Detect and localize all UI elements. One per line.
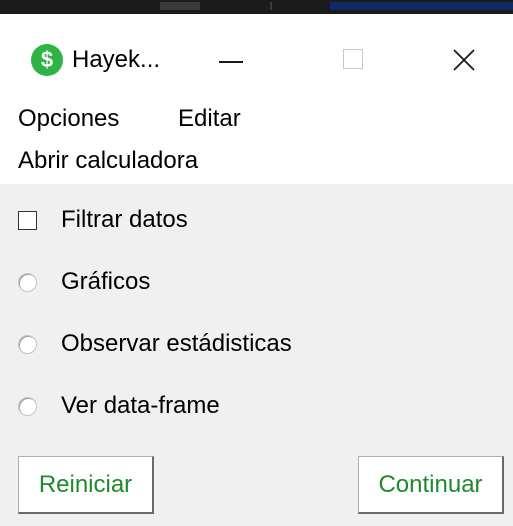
radio-observar-estadisticas[interactable] — [18, 334, 37, 354]
strip-fragment — [270, 2, 272, 10]
radio-ver-data-frame-row[interactable]: Ver data-frame — [18, 386, 220, 426]
filter-checkbox-label: Filtrar datos — [61, 206, 188, 233]
maximize-button[interactable] — [320, 30, 390, 88]
menu-bar-second-row: Abrir calculadora — [0, 144, 513, 184]
radio-observar-estadisticas-label: Observar estádisticas — [61, 330, 292, 357]
filter-checkbox-row[interactable]: Filtrar datos — [18, 200, 188, 240]
continuar-button[interactable]: Continuar — [358, 456, 504, 514]
close-icon — [453, 49, 475, 71]
minimize-button[interactable] — [196, 30, 266, 88]
title-bar[interactable]: $ Hayek... — [0, 14, 513, 98]
radio-graficos-row[interactable]: Gráficos — [18, 262, 150, 302]
radio-ver-data-frame-label: Ver data-frame — [61, 392, 220, 419]
radio-graficos-label: Gráficos — [61, 268, 151, 295]
strip-fragment — [330, 2, 513, 10]
radio-graficos[interactable] — [18, 272, 37, 292]
radio-observar-estadisticas-row[interactable]: Observar estádisticas — [18, 324, 292, 364]
menu-bar: Opciones Editar — [0, 98, 513, 144]
app-window: $ Hayek... Opciones Editar Abrir calcula… — [0, 0, 513, 526]
maximize-icon — [343, 49, 363, 69]
radio-ver-data-frame[interactable] — [18, 396, 37, 416]
dollar-icon: $ — [31, 44, 63, 76]
close-button[interactable] — [430, 30, 500, 88]
reiniciar-button[interactable]: Reiniciar — [18, 456, 154, 514]
filter-checkbox[interactable] — [18, 210, 37, 230]
client-area: Filtrar datos Gráficos Observar estádist… — [0, 184, 513, 526]
background-window-strip — [0, 0, 513, 14]
menu-editar[interactable]: Editar — [178, 104, 241, 134]
minimize-icon — [219, 61, 243, 63]
menu-opciones[interactable]: Opciones — [18, 104, 119, 134]
menu-abrir-calculadora[interactable]: Abrir calculadora — [18, 146, 198, 176]
strip-fragment — [160, 2, 200, 10]
window-title: Hayek... — [72, 46, 161, 73]
